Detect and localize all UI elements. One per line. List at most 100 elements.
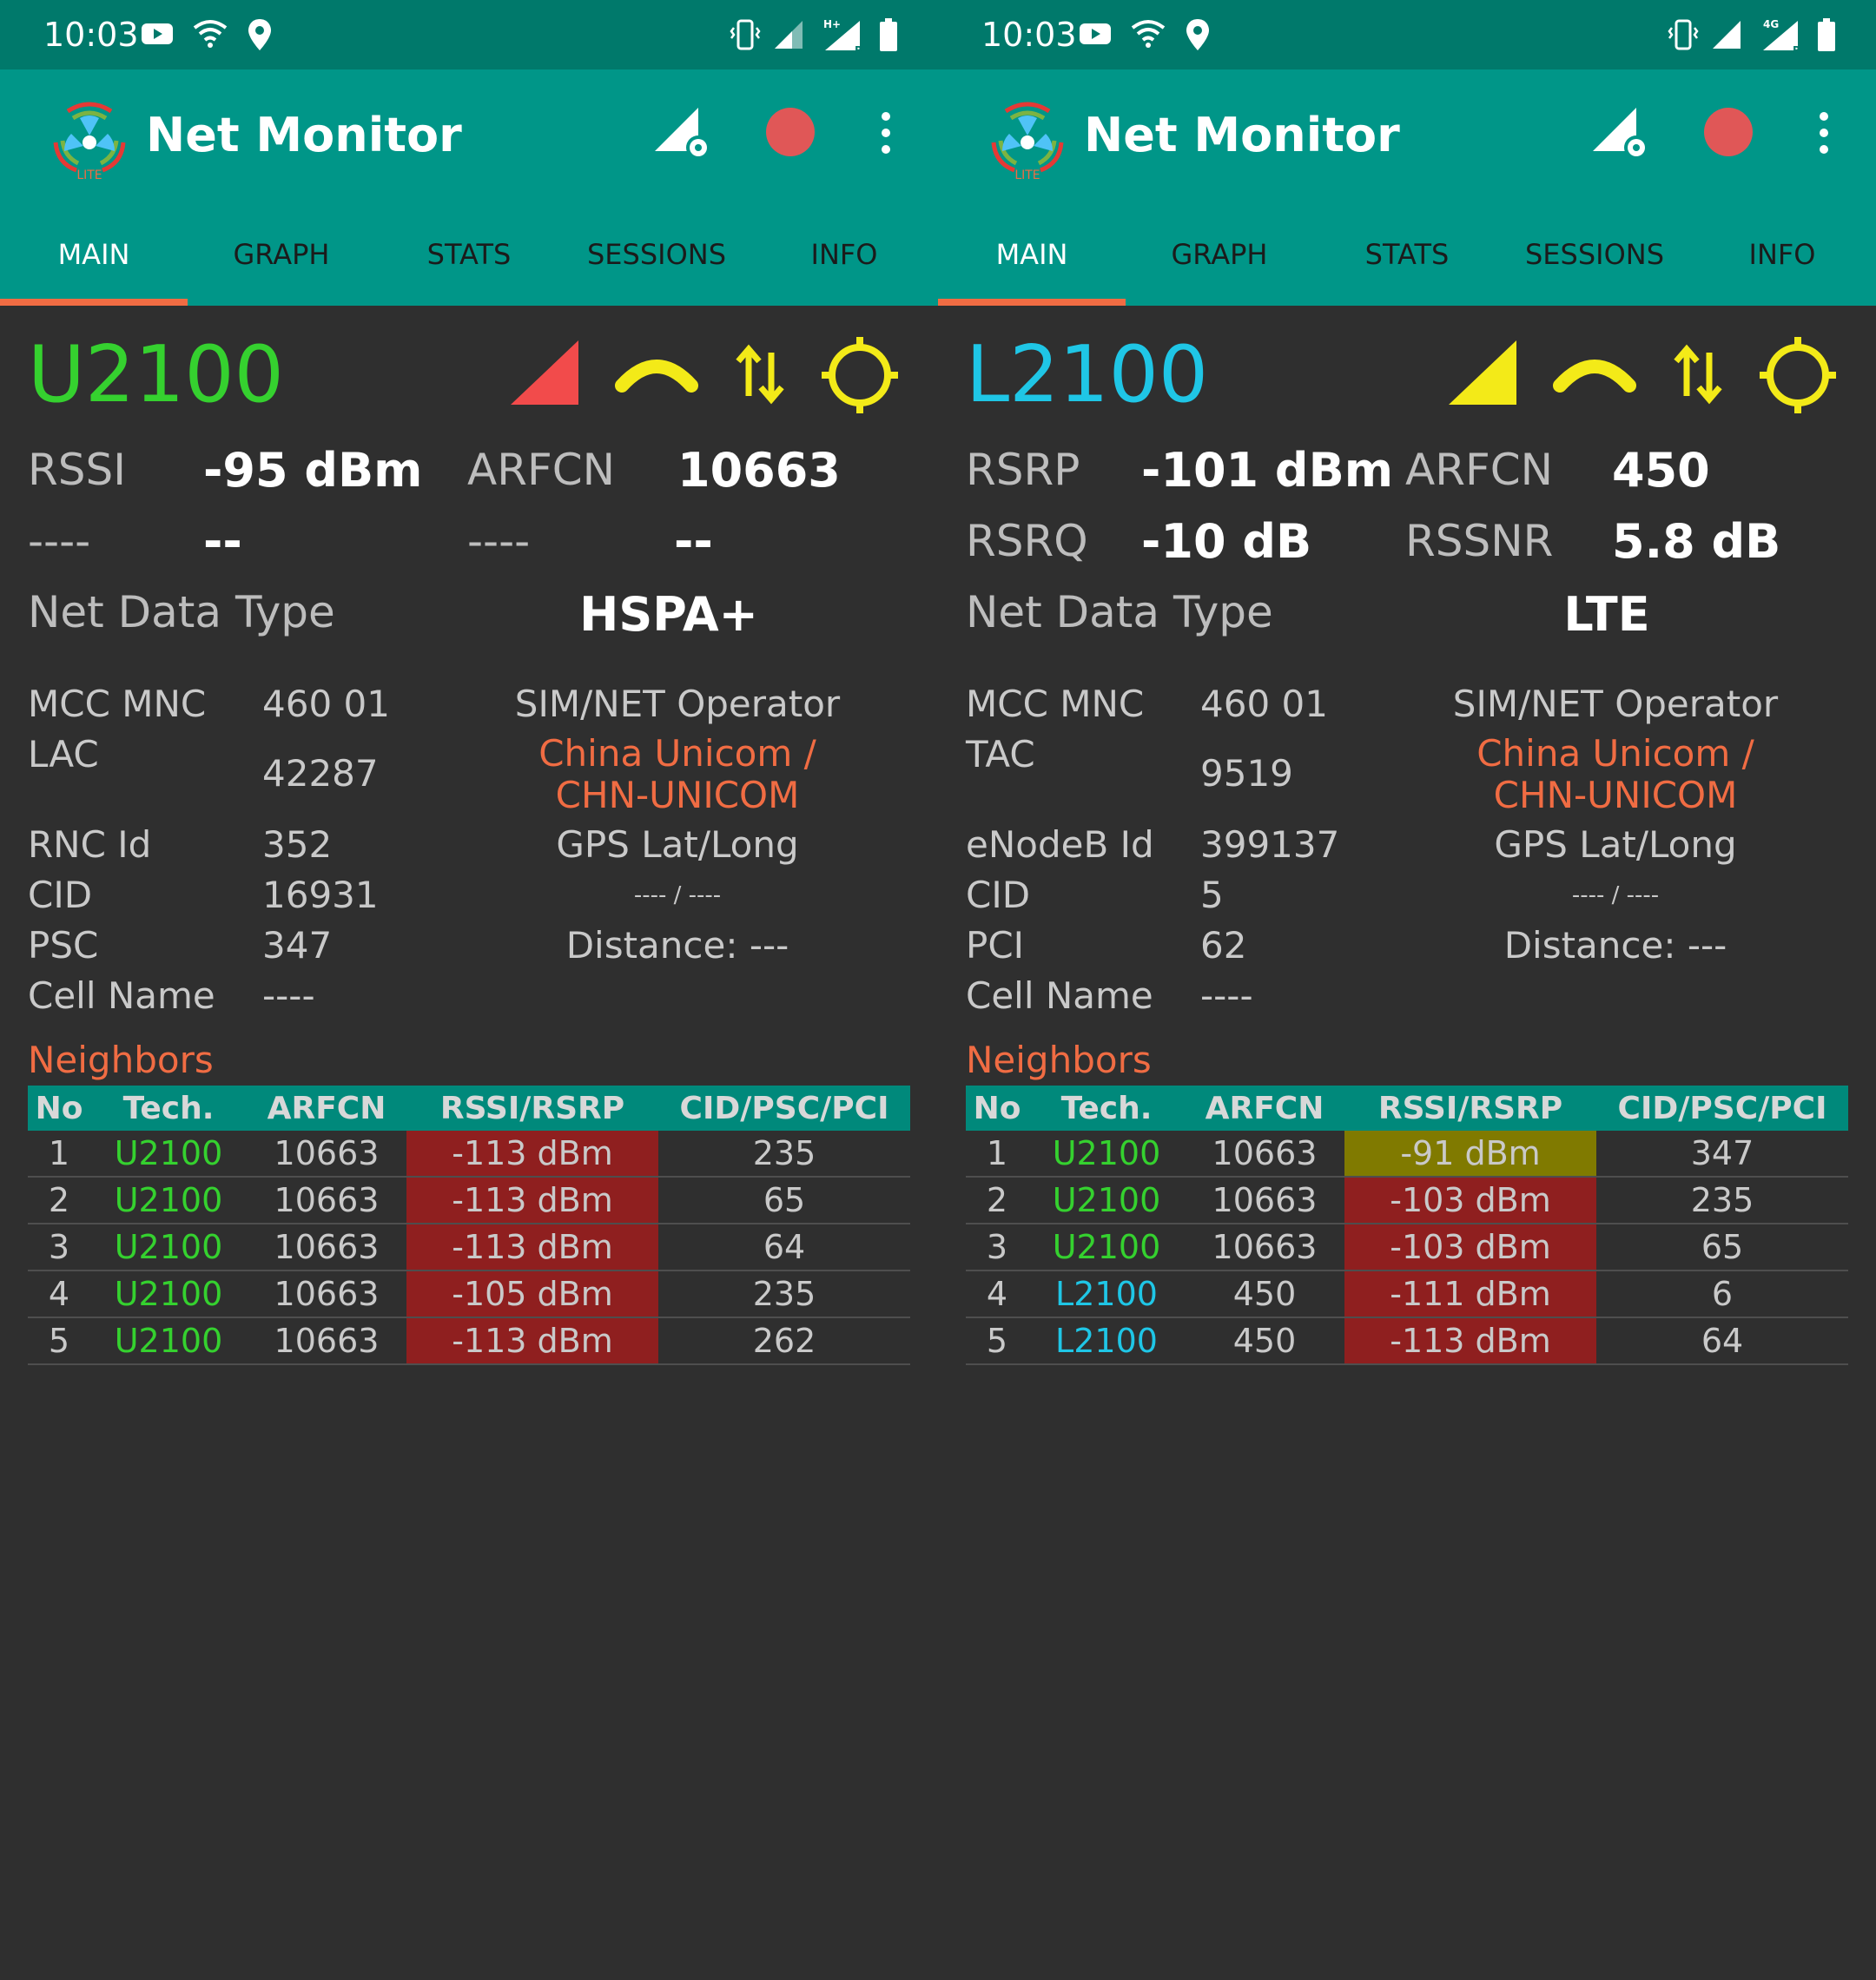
cell-rssi: -113 dBm [406, 1317, 658, 1365]
arfcn-value: 450 [1612, 443, 1710, 498]
secondary-b-value: -- [674, 514, 713, 569]
status-bar: 10:03 4G R [938, 0, 1876, 69]
psc-value: 347 [262, 924, 333, 967]
svg-text:LITE: LITE [76, 168, 102, 181]
table-row: 1 U2100 10663 -113 dBm 235 [28, 1131, 910, 1178]
cell-name-label: Cell Name [28, 974, 215, 1017]
tab-graph[interactable]: GRAPH [1126, 224, 1313, 306]
tab-sessions[interactable]: SESSIONS [1501, 224, 1688, 306]
tab-bar: MAIN GRAPH STATS SESSIONS INFO [938, 224, 1876, 306]
cell-tech: U2100 [1028, 1224, 1185, 1271]
mcc-mnc-value: 460 01 [1200, 683, 1328, 725]
secondary-b-label: ---- [467, 516, 531, 566]
cell-arfcn: 10663 [247, 1177, 406, 1224]
arfcn-label: ARFCN [467, 445, 616, 495]
svg-text:4G: 4G [1763, 18, 1779, 30]
cell-no: 1 [28, 1131, 90, 1178]
status-time: 10:03 [43, 16, 139, 54]
data-activity-icon [736, 344, 784, 405]
sim-net-operator-label: SIM/NET Operator [1452, 683, 1779, 725]
lac-value: 42287 [262, 752, 379, 795]
signal-settings-icon[interactable] [653, 102, 714, 160]
record-button[interactable] [766, 108, 815, 156]
cell-arfcn: 10663 [247, 1131, 406, 1178]
cid-value: 16931 [262, 874, 379, 916]
cell-tech: U2100 [90, 1177, 247, 1224]
table-row: 4 L2100 450 -111 dBm 6 [966, 1270, 1848, 1318]
enodeb-id-label: eNodeB Id [966, 823, 1154, 866]
gps-target-icon [822, 337, 898, 413]
signal-strength-icon [1449, 340, 1516, 405]
left-screen: 10:03 H+ R LITE Net Monitor MAIN GRAPH S… [0, 0, 938, 1980]
tac-value: 9519 [1200, 752, 1293, 795]
youtube-icon [142, 23, 173, 44]
more-options-icon[interactable] [877, 111, 895, 155]
table-row: 1 U2100 10663 -91 dBm 347 [966, 1131, 1848, 1178]
table-row: 3 U2100 10663 -103 dBm 65 [966, 1224, 1848, 1271]
col-no: No [28, 1086, 90, 1131]
cell-cid: 65 [1596, 1224, 1848, 1271]
tab-main[interactable]: MAIN [938, 224, 1126, 306]
cell-no: 3 [966, 1224, 1028, 1271]
arfcn-label: ARFCN [1405, 445, 1554, 495]
rssi-value: -95 dBm [203, 443, 423, 498]
col-tech: Tech. [90, 1086, 247, 1131]
app-bar: LITE Net Monitor MAIN GRAPH STATS SESSIO… [0, 69, 938, 306]
operator-name-line1: China Unicom / [1476, 732, 1754, 775]
cell-rssi: -91 dBm [1344, 1131, 1596, 1178]
rsrq-label: RSRQ [966, 516, 1088, 566]
cell-tech: L2100 [1028, 1270, 1185, 1318]
cell-name-value: ---- [262, 974, 315, 1017]
signal-hplus-icon: H+ R [823, 18, 862, 54]
rssnr-label: RSSNR [1405, 516, 1554, 566]
col-no: No [966, 1086, 1028, 1131]
table-row: 5 L2100 450 -113 dBm 64 [966, 1317, 1848, 1365]
tab-stats[interactable]: STATS [1313, 224, 1501, 306]
more-options-icon[interactable] [1815, 111, 1833, 155]
svg-text:H+: H+ [823, 18, 841, 30]
cell-no: 2 [966, 1177, 1028, 1224]
cid-label: CID [28, 874, 93, 916]
cell-arfcn: 10663 [1185, 1131, 1344, 1178]
lac-label: LAC [28, 733, 99, 776]
status-bar: 10:03 H+ R [0, 0, 938, 69]
gps-value: ---- / ---- [1571, 882, 1660, 908]
enodeb-id-value: 399137 [1200, 823, 1340, 866]
cell-tech: U2100 [1028, 1131, 1185, 1178]
distance-text: Distance: --- [1503, 924, 1727, 967]
tab-stats[interactable]: STATS [375, 224, 563, 306]
cell-arfcn: 10663 [247, 1270, 406, 1318]
record-button[interactable] [1704, 108, 1753, 156]
rsrp-value: -101 dBm [1141, 443, 1394, 498]
secondary-a-label: ---- [28, 516, 91, 566]
mcc-mnc-label: MCC MNC [966, 683, 1145, 725]
neighbors-table: No Tech. ARFCN RSSI/RSRP CID/PSC/PCI 1 U… [28, 1086, 910, 1365]
tab-info[interactable]: INFO [1688, 224, 1876, 306]
cell-cid: 6 [1596, 1270, 1848, 1318]
tab-graph[interactable]: GRAPH [188, 224, 375, 306]
svg-text:LITE: LITE [1014, 168, 1040, 181]
tab-sessions[interactable]: SESSIONS [563, 224, 750, 306]
tab-main[interactable]: MAIN [0, 224, 188, 306]
neighbors-table: No Tech. ARFCN RSSI/RSRP CID/PSC/PCI 1 U… [966, 1086, 1848, 1365]
cell-rssi: -113 dBm [406, 1224, 658, 1271]
net-data-type-value: LTE [1563, 587, 1650, 642]
col-arfcn: ARFCN [247, 1086, 406, 1131]
cell-no: 3 [28, 1224, 90, 1271]
cell-rssi: -103 dBm [1344, 1177, 1596, 1224]
table-row: 3 U2100 10663 -113 dBm 64 [28, 1224, 910, 1271]
tab-info[interactable]: INFO [750, 224, 938, 306]
app-title: Net Monitor [1084, 108, 1400, 162]
col-cid: CID/PSC/PCI [658, 1086, 910, 1131]
cell-arfcn: 10663 [247, 1224, 406, 1271]
cell-rssi: -113 dBm [406, 1177, 658, 1224]
battery-icon [880, 18, 897, 51]
signal-icon [1713, 21, 1741, 49]
cell-no: 4 [28, 1270, 90, 1318]
col-tech: Tech. [1028, 1086, 1185, 1131]
cell-no: 5 [966, 1317, 1028, 1365]
neighbors-header-row: No Tech. ARFCN RSSI/RSRP CID/PSC/PCI [966, 1086, 1848, 1131]
cell-cid: 65 [658, 1177, 910, 1224]
signal-settings-icon[interactable] [1591, 102, 1652, 160]
cid-label: CID [966, 874, 1031, 916]
